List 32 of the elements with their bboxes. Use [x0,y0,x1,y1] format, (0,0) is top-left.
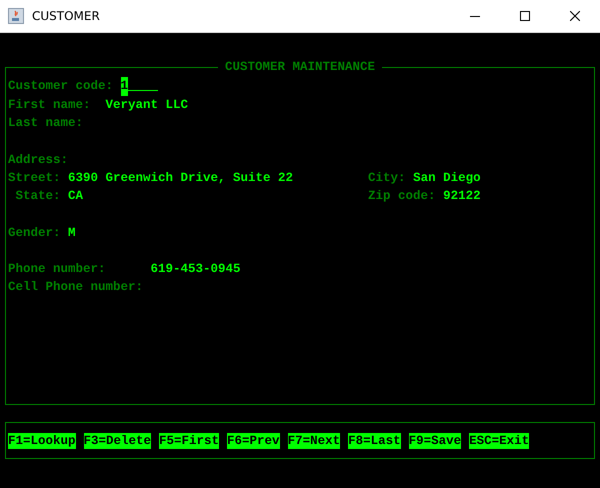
field-value: CA [68,188,84,206]
field-label: State: [16,188,61,206]
field-label: Gender: [8,224,61,242]
field-value: 619-453-0945 [150,260,241,278]
function-key-button[interactable]: ESC=Exit [469,432,530,448]
function-key-button[interactable]: F9=Save [408,432,462,448]
field-label: Customer code: [8,78,114,95]
field-label: Zip code: [368,188,436,206]
function-key-button[interactable]: F7=Next [288,432,340,448]
field-value: 6390 Greenwich Drive, Suite 22 [68,170,294,187]
maximize-icon [520,11,530,21]
function-key-button[interactable]: F1=Lookup [8,432,76,448]
function-key-button[interactable]: F3=Delete [84,432,152,448]
field-label: City: [368,170,406,187]
field-value: San Diego [413,170,481,187]
field-label: Address: [8,152,68,169]
field-value: M [68,224,76,242]
field-label: First name: [8,97,92,114]
function-key-button[interactable]: F8=Last [348,432,401,448]
function-key-button[interactable]: F5=First [159,432,220,448]
field-value: 92122 [443,188,481,206]
window-title: CUSTOMER [32,8,100,25]
field-label: Phone number: [8,260,107,278]
app-icon [8,8,24,24]
input-field[interactable]: 1 [120,77,128,96]
close-icon [570,11,580,21]
panel-title: CUSTOMER MAINTENANCE [224,60,376,74]
field-label: Cell Phone number: [8,279,144,296]
function-key-button[interactable]: F6=Prev [227,432,280,448]
field-value: Veryant LLC [106,97,188,114]
field-label: Street: [8,170,61,187]
field-label: Last name: [8,115,84,132]
